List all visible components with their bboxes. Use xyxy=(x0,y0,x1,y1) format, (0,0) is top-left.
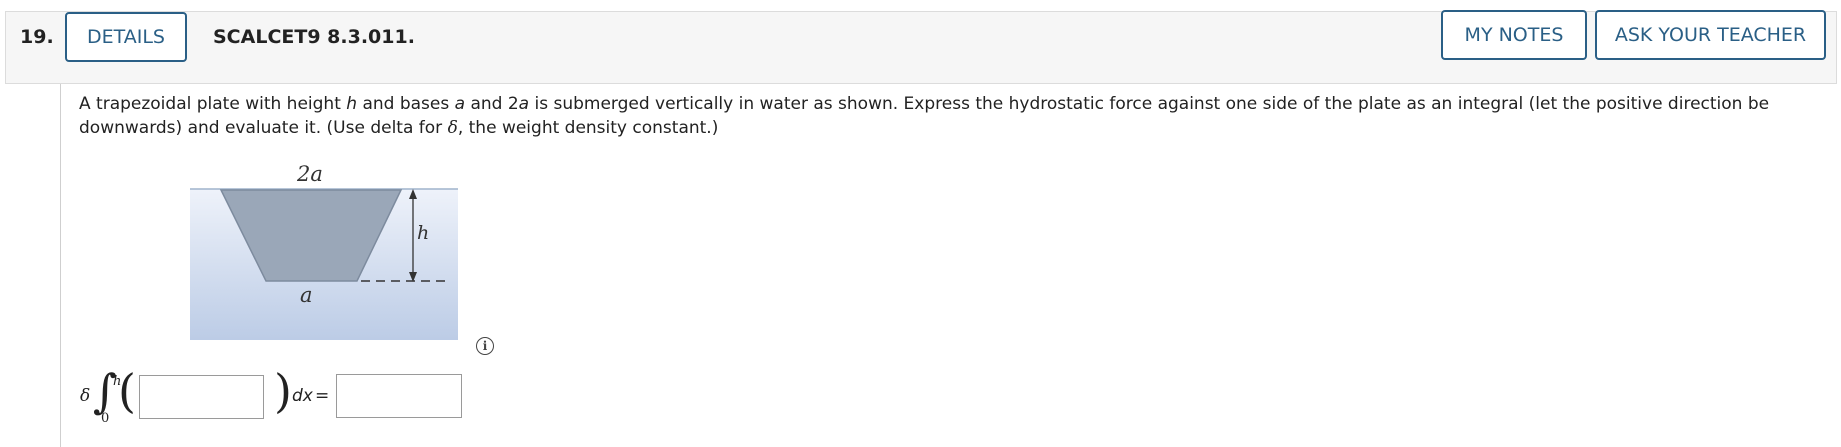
lower-limit: 0 xyxy=(101,411,110,426)
equals-sign: = xyxy=(315,386,330,406)
trapezoid-figure xyxy=(190,188,458,340)
prompt-var-a: a xyxy=(518,94,530,114)
prompt-text: and 2 xyxy=(465,94,519,114)
question-prompt: A trapezoidal plate with height h and ba… xyxy=(79,92,1819,140)
details-button[interactable]: DETAILS xyxy=(65,12,187,62)
prompt-var-a: a xyxy=(454,94,466,114)
top-base-label: 2a xyxy=(297,162,323,186)
prompt-text: , the weight density constant.) xyxy=(457,118,719,138)
prompt-text: and bases xyxy=(357,94,455,114)
prompt-delta-symbol: δ xyxy=(447,118,458,138)
prompt-var-h: h xyxy=(346,94,358,114)
left-paren: ( xyxy=(118,364,136,418)
result-input[interactable] xyxy=(336,374,462,418)
integrand-input[interactable] xyxy=(139,375,264,419)
right-paren: ) xyxy=(274,364,292,418)
problem-code: SCALCET9 8.3.011. xyxy=(213,26,415,48)
differential-label: dx xyxy=(292,386,313,406)
delta-coefficient: δ xyxy=(80,386,91,406)
prompt-text: A trapezoidal plate with height xyxy=(79,94,347,114)
info-icon[interactable]: i xyxy=(476,337,494,355)
bottom-base-label: a xyxy=(300,283,313,307)
question-number: 19. xyxy=(20,26,54,48)
height-label: h xyxy=(417,222,430,244)
content-divider xyxy=(60,84,61,447)
my-notes-button[interactable]: MY NOTES xyxy=(1441,10,1587,60)
ask-your-teacher-button[interactable]: ASK YOUR TEACHER xyxy=(1595,10,1826,60)
